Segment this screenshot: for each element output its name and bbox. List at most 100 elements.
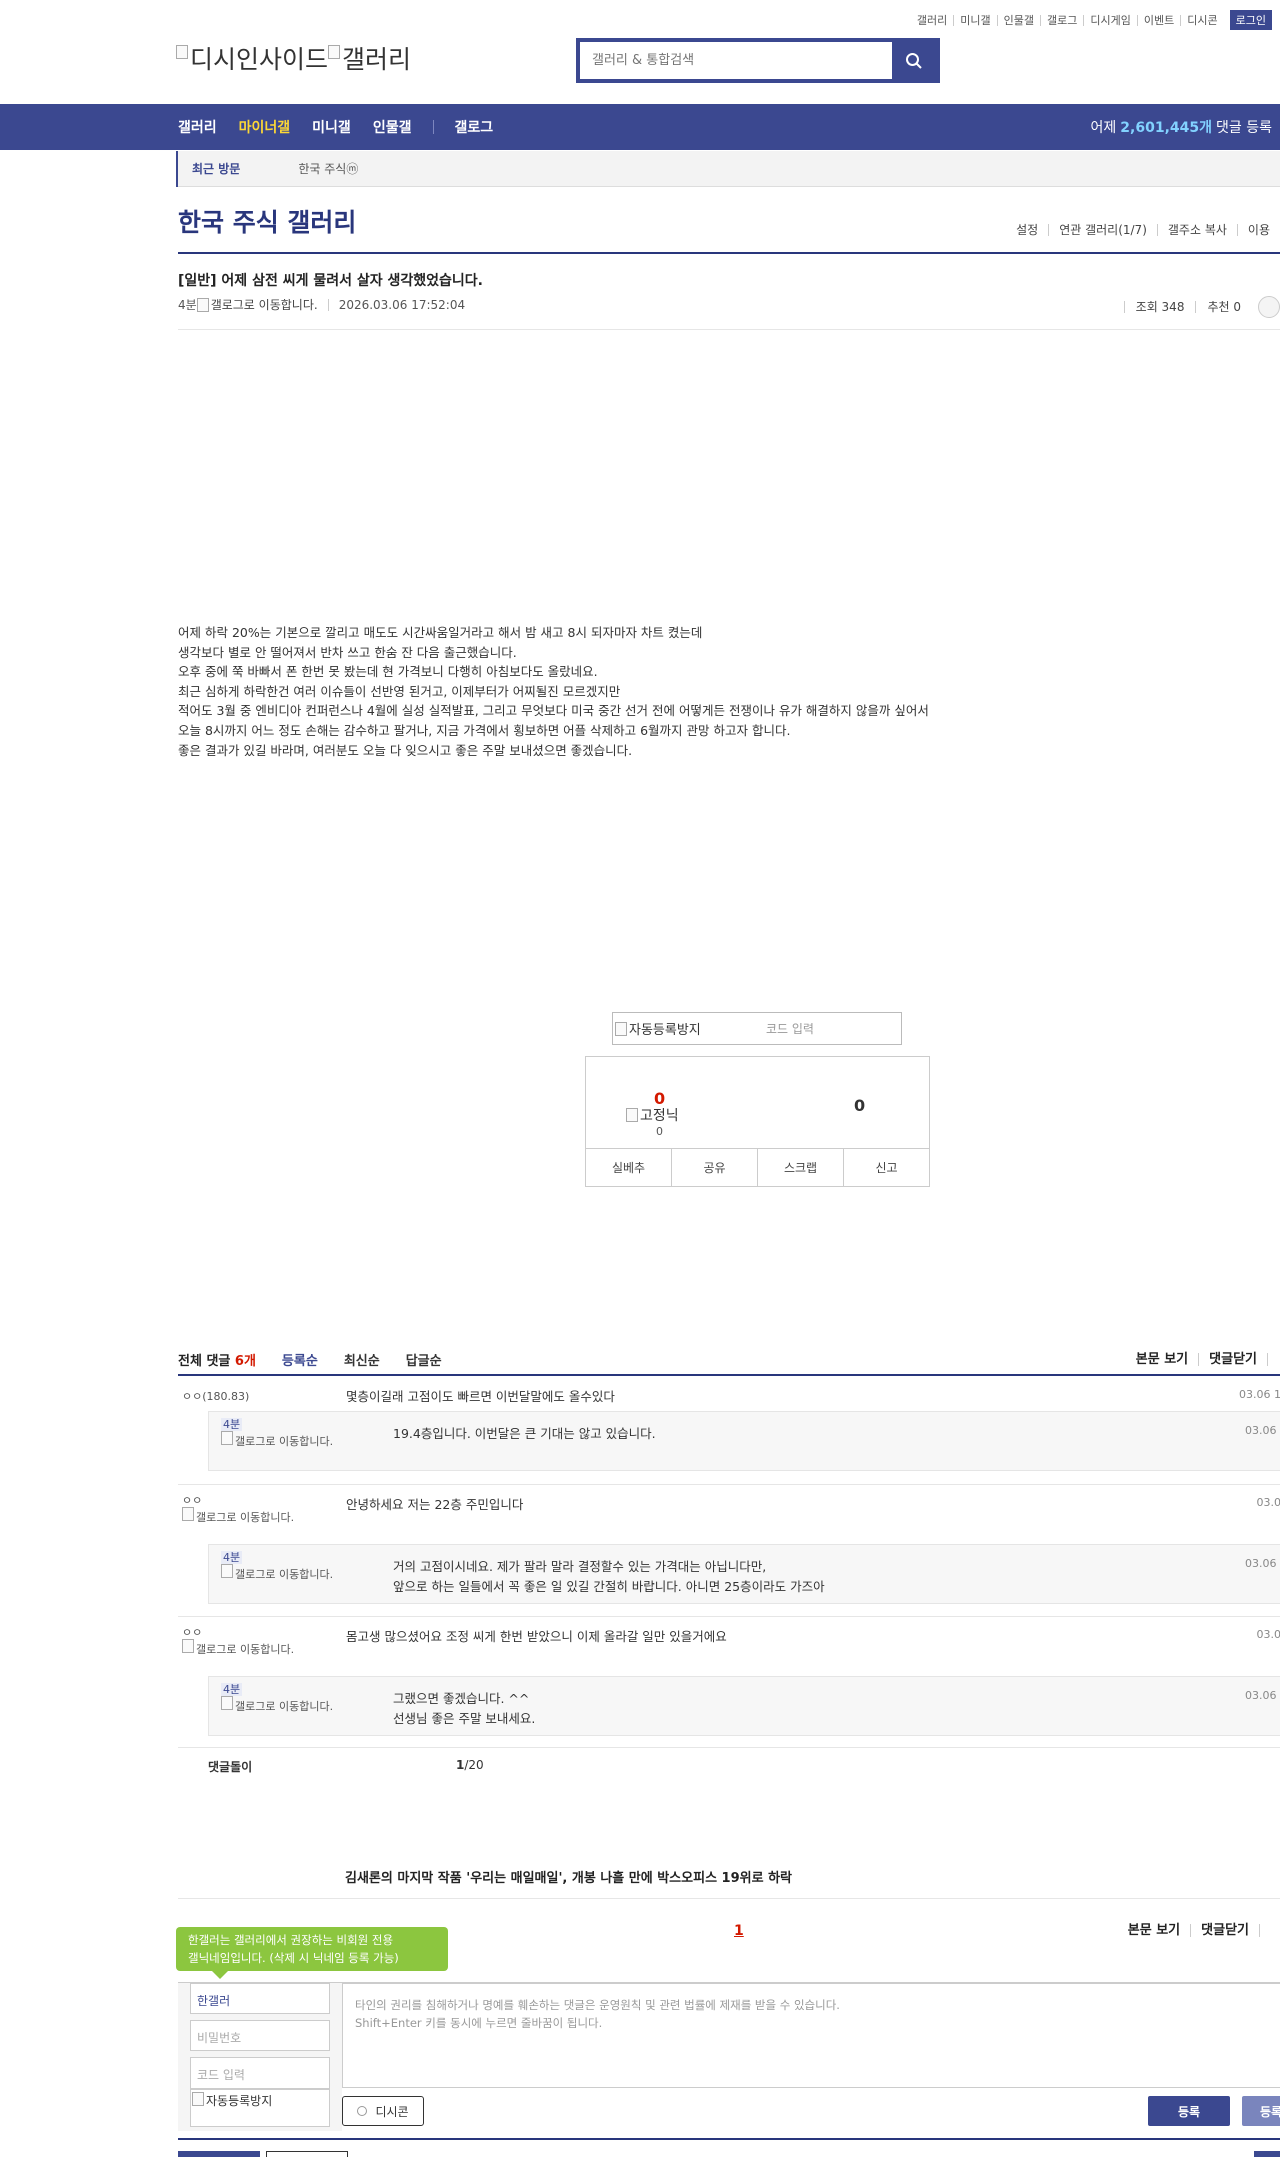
code-field[interactable]: 코드 입력 xyxy=(190,2057,330,2089)
comment-count-icon[interactable] xyxy=(1258,296,1280,318)
write-captcha-image: 자동등록방지 xyxy=(190,2089,330,2127)
submit-button[interactable]: 등록 xyxy=(1148,2096,1230,2126)
news-divider xyxy=(178,1898,1280,1899)
site-logo[interactable]: 디시인사이드 갤러리 xyxy=(176,40,411,76)
reply-text: 19.4층입니다. 이번달은 큰 기대는 않고 있습니다. xyxy=(393,1426,656,1441)
gallery-usage[interactable]: 이용 xyxy=(1236,224,1280,236)
recommend-area: 0 고정닉 0 0 xyxy=(586,1057,929,1149)
comment-divider xyxy=(178,1616,1280,1617)
gallery-tools: 설정 연관 갤러리(1/7) 갤주소 복사 이용 xyxy=(1006,224,1280,236)
info-divider xyxy=(327,298,329,311)
password-field[interactable]: 비밀번호 xyxy=(190,2020,330,2051)
reply-nick[interactable]: 4분갤로그로 이동합니다. xyxy=(221,1551,351,1581)
dccon-label: 디시콘 xyxy=(375,2104,409,2119)
reply-nick[interactable]: 4분 갤로그로 이동합니다. xyxy=(221,1683,351,1713)
util-link-minigall[interactable]: 미니갤 xyxy=(953,14,996,26)
util-link-gallog[interactable]: 갤로그 xyxy=(1040,14,1083,26)
scrap-button[interactable]: 스크랩 xyxy=(757,1149,843,1187)
reply-nick[interactable]: 4분 갤로그로 이동합니다. xyxy=(221,1418,351,1448)
report-button[interactable]: 신고 xyxy=(843,1149,929,1187)
comment-bot-label[interactable]: 댓글돌이 xyxy=(208,1758,252,1775)
reply-gallog-alt: 갤로그로 이동합니다. xyxy=(235,1568,334,1581)
post-title: [일반] 어제 삼전 씨게 물려서 살자 생각했었습니다. xyxy=(178,273,483,289)
nav-minorgall[interactable]: 마이너갤 xyxy=(239,117,291,137)
gallog-alt-text: 갤로그로 이동합니다. xyxy=(210,298,318,312)
comment-nick[interactable]: ㅇㅇ 갤로그로 이동합니다. xyxy=(182,1494,312,1524)
nav-minigall[interactable]: 미니갤 xyxy=(312,117,351,137)
title-divider xyxy=(178,252,1280,254)
sort-by-registered[interactable]: 등록순 xyxy=(282,1350,318,1369)
reply-gallog-alt: 갤로그로 이동합니다. xyxy=(235,1700,334,1713)
copy-gallery-url[interactable]: 갤주소 복사 xyxy=(1156,224,1237,236)
util-link-dccon[interactable]: 디시콘 xyxy=(1180,14,1223,26)
global-nav: 갤러리 마이너갤 미니갤 인물갤 갤로그 어제 2,601,445개 댓글 등록 xyxy=(0,104,1280,150)
downvote-count: 0 xyxy=(854,1096,866,1115)
broken-image-icon xyxy=(626,1108,638,1122)
bottom-right-button[interactable] xyxy=(1254,2151,1280,2157)
recent-visits-bar: 최근 방문 한국 주식ⓜ xyxy=(176,150,1280,187)
util-link-persongall[interactable]: 인물갤 xyxy=(996,14,1040,26)
view-body-button[interactable]: 본문 보기 xyxy=(1126,1353,1198,1366)
broken-image-icon xyxy=(328,45,341,59)
nav-gallog[interactable]: 갤로그 xyxy=(454,117,493,137)
reply-author-badge: 4분 xyxy=(221,1551,243,1564)
broken-image-icon xyxy=(615,1021,627,1036)
captcha-input[interactable]: 코드 입력 xyxy=(766,1020,814,1037)
comment-text: 몇층이길래 고점이도 빠르면 이번달말에도 올수있다 xyxy=(346,1389,615,1404)
util-link-event[interactable]: 이벤트 xyxy=(1136,14,1180,26)
recommend-actions: 실베추 공유 스크랩 신고 xyxy=(586,1149,929,1187)
nickname-tooltip: 한갤러는 갤러리에서 권장하는 비회원 전용 갤닉네임입니다. (삭제 시 닉네… xyxy=(176,1927,448,1979)
search-button[interactable] xyxy=(892,42,936,79)
recent-visits-title: 최근 방문 xyxy=(176,150,254,187)
bottom-primary-button[interactable] xyxy=(178,2151,260,2157)
reply-author-badge: 4분 xyxy=(221,1418,243,1431)
tooltip-arrow xyxy=(212,1971,228,1979)
post-header-divider xyxy=(178,329,1280,330)
gallery-settings[interactable]: 설정 xyxy=(1006,224,1048,236)
pagination-current[interactable]: 1 xyxy=(734,1923,744,1939)
gallery-title[interactable]: 한국 주식 갤러리 xyxy=(178,203,356,239)
view-body-button-bottom[interactable]: 본문 보기 xyxy=(1118,1924,1190,1937)
broken-image-icon xyxy=(192,2092,204,2106)
best-recommend-button[interactable]: 실베추 xyxy=(586,1149,671,1187)
comment-page-indicator: 1/20 xyxy=(456,1758,484,1772)
broken-image-icon xyxy=(182,1507,194,1521)
nav-gallery[interactable]: 갤러리 xyxy=(178,117,217,137)
sort-by-replies[interactable]: 답글순 xyxy=(406,1350,442,1369)
refresh-button[interactable] xyxy=(1267,1352,1280,1366)
stat-value: 2,601,445개 xyxy=(1120,120,1213,136)
sort-by-latest[interactable]: 최신순 xyxy=(344,1350,380,1369)
fixed-nick-recommend[interactable]: 고정닉 xyxy=(626,1105,679,1125)
dccon-icon xyxy=(357,2106,368,2116)
bottom-actions: 본문 보기 댓글닫기 xyxy=(1118,1924,1280,1937)
bottom-secondary-button[interactable] xyxy=(266,2151,348,2157)
close-comments-button-bottom[interactable]: 댓글닫기 xyxy=(1190,1924,1259,1937)
comment-textarea[interactable]: 타인의 권리를 침해하거나 명예를 훼손하는 댓글은 운영원칙 및 관련 법률에… xyxy=(342,1983,1280,2088)
util-link-dcgame[interactable]: 디시게임 xyxy=(1083,14,1136,26)
search-input[interactable] xyxy=(580,42,892,79)
related-galleries[interactable]: 연관 갤러리(1/7) xyxy=(1048,224,1157,236)
refresh-button-bottom[interactable] xyxy=(1259,1924,1280,1937)
recommend-captcha: 자동등록방지 코드 입력 xyxy=(612,1012,902,1045)
comment-text: 안녕하세요 저는 22층 주민입니다 xyxy=(346,1497,524,1512)
nickname-field[interactable]: 한갤러 xyxy=(190,1983,330,2014)
comment-gallog-alt: 갤로그로 이동합니다. xyxy=(196,1511,295,1524)
submit-alt-button[interactable]: 등록 xyxy=(1242,2096,1280,2126)
recent-visit-item[interactable]: 한국 주식ⓜ xyxy=(298,160,358,177)
gallog-link[interactable]: 갤로그로 이동합니다. xyxy=(196,296,318,313)
post-date: 2026.03.06 17:52:04 xyxy=(338,297,466,312)
dccon-button[interactable]: 디시콘 xyxy=(342,2096,424,2126)
post-author[interactable]: 4분 xyxy=(178,296,197,313)
reply-item: 4분 갤로그로 이동합니다. 그랬으면 좋겠습니다. ^^ 선생님 좋은 주말 보… xyxy=(208,1676,1280,1736)
broken-image-icon xyxy=(221,1696,233,1710)
comment-gallog-alt: 갤로그로 이동합니다. xyxy=(196,1643,295,1656)
login-button[interactable]: 로그인 xyxy=(1229,10,1272,30)
util-link-gallery[interactable]: 갤러리 xyxy=(911,15,953,26)
comment-write-box: 한갤러 비밀번호 코드 입력 자동등록방지 타인의 권리를 침해하거나 명예를 … xyxy=(178,1982,1280,2132)
nav-persongall[interactable]: 인물갤 xyxy=(373,117,412,137)
comment-nick[interactable]: ㅇㅇ 갤로그로 이동합니다. xyxy=(182,1626,312,1656)
share-button[interactable]: 공유 xyxy=(671,1149,757,1187)
related-news-link[interactable]: 김새론의 마지막 작품 '우리는 매일매일', 개봉 나흘 만에 박스오피스 1… xyxy=(345,1867,792,1886)
comment-nick[interactable]: ㅇㅇ(180.83) xyxy=(182,1388,249,1404)
close-comments-button[interactable]: 댓글닫기 xyxy=(1198,1352,1267,1366)
